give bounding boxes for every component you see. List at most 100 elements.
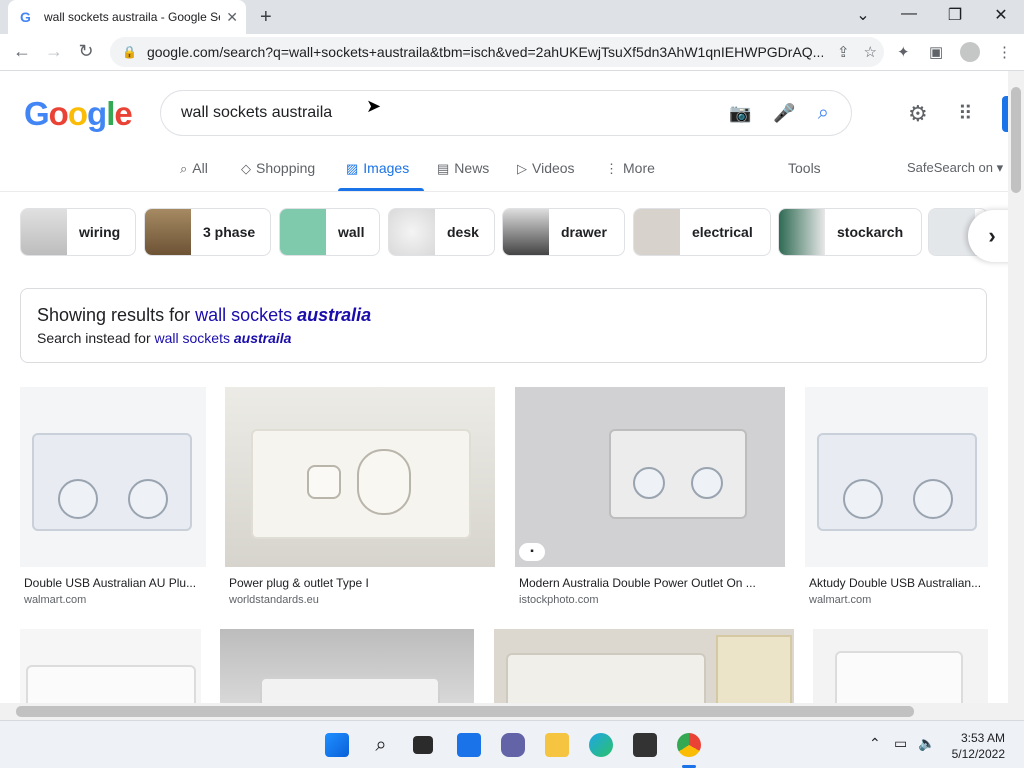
image-result-5[interactable] — [20, 629, 201, 703]
result-source[interactable]: walmart.com — [24, 594, 86, 606]
forward-icon[interactable]: → — [43, 41, 65, 62]
camera-icon[interactable]: 📷 — [729, 103, 751, 124]
horizontal-scroll-thumb[interactable] — [16, 706, 914, 717]
active-tab-indicator — [338, 188, 424, 191]
microphone-icon[interactable]: 🎤 — [773, 103, 795, 124]
chip-3-phase[interactable]: 3 phase — [144, 208, 271, 256]
socket-plate — [506, 653, 706, 703]
profile-avatar[interactable] — [960, 42, 980, 62]
tab-videos[interactable]: ▷ Videos — [517, 160, 575, 177]
tab-shopping[interactable]: ◇ Shopping — [241, 160, 315, 177]
tab-search-icon[interactable]: ⌄ — [851, 5, 875, 25]
extensions-icon[interactable]: ✦ — [897, 43, 910, 61]
browser-tab[interactable]: G wall sockets austraila - Google Se ✕ — [8, 0, 246, 34]
more-vert-icon: ⋮ — [605, 161, 618, 176]
corrected-query-link[interactable]: wall sockets australia — [195, 305, 371, 325]
search-instead-line: Search instead for wall sockets austrail… — [37, 330, 292, 346]
search-input[interactable]: wall sockets austraila — [181, 104, 729, 122]
result-title[interactable]: Aktudy Double USB Australian... — [809, 576, 987, 590]
result-source[interactable]: istockphoto.com — [519, 594, 598, 606]
chip-thumbnail — [280, 209, 326, 255]
chrome-menu-icon[interactable]: ⋮ — [997, 43, 1012, 61]
original-query-link[interactable]: wall sockets austraila — [155, 330, 292, 346]
result-title[interactable]: Double USB Australian AU Plu... — [24, 576, 204, 590]
bookmark-star-icon[interactable]: ☆ — [864, 43, 877, 61]
store-icon[interactable] — [633, 733, 657, 757]
search-box[interactable]: wall sockets austraila 📷 🎤 ⌕ — [160, 90, 852, 136]
windows-start-icon[interactable] — [325, 733, 349, 757]
settings-gear-icon[interactable]: ⚙ — [908, 101, 928, 127]
apps-grid-icon[interactable]: ⠿ — [958, 101, 973, 126]
result-source[interactable]: walmart.com — [809, 594, 871, 606]
chip-electrical[interactable]: electrical — [633, 208, 771, 256]
result-title[interactable]: Modern Australia Double Power Outlet On … — [519, 576, 779, 590]
news-icon: ▤ — [437, 161, 450, 176]
tab-more[interactable]: ⋮ More — [605, 160, 655, 177]
us-outlet — [716, 635, 792, 703]
file-explorer-icon[interactable] — [545, 733, 569, 757]
search-icon[interactable]: ⌕ — [369, 733, 393, 757]
google-logo[interactable]: Google — [24, 95, 133, 133]
chip-drawer[interactable]: drawer — [502, 208, 625, 256]
socket-outlet — [357, 449, 411, 515]
tools-button[interactable]: Tools — [788, 160, 821, 176]
image-result-1[interactable] — [20, 387, 206, 567]
result-title[interactable]: Power plug & outlet Type I — [229, 576, 489, 590]
volume-icon[interactable]: 🔈 — [918, 735, 935, 752]
image-result-4[interactable] — [805, 387, 988, 567]
image-badge-icon: ▪ — [519, 543, 545, 561]
search-icon[interactable]: ⌕ — [818, 102, 829, 125]
socket-plate — [609, 429, 747, 519]
minimize-button[interactable]: — — [897, 5, 921, 23]
chip-thumbnail — [779, 209, 825, 255]
chip-desk[interactable]: desk — [388, 208, 495, 256]
result-source[interactable]: worldstandards.eu — [229, 594, 319, 606]
browser-title-bar: G wall sockets austraila - Google Se ✕ +… — [0, 0, 1024, 34]
new-tab-button[interactable]: + — [260, 6, 272, 28]
task-view-icon[interactable] — [413, 736, 433, 754]
search-tabs: ⌕ All ◇ Shopping ▨ Images ▤ News ▷ Videos ⋮ Mo… — [0, 152, 1008, 192]
chip-wiring[interactable]: wiring — [20, 208, 136, 256]
share-icon[interactable]: ⇪ — [837, 43, 850, 61]
reload-icon[interactable]: ↻ — [75, 41, 97, 62]
edge-browser-icon[interactable] — [589, 733, 613, 757]
chip-stockarch[interactable]: stockarch — [778, 208, 922, 256]
switch — [307, 465, 341, 499]
socket-outlet — [128, 479, 168, 519]
close-tab-icon[interactable]: ✕ — [226, 9, 238, 26]
close-window-button[interactable]: ✕ — [989, 5, 1013, 25]
google-favicon-icon: G — [20, 9, 31, 25]
widgets-icon[interactable] — [457, 733, 481, 757]
browser-toolbar: ← → ↻ 🔒 google.com/search?q=wall+sockets… — [0, 34, 1024, 71]
address-bar[interactable]: 🔒 google.com/search?q=wall+sockets+austr… — [110, 37, 884, 67]
socket-outlet — [843, 479, 883, 519]
image-result-3[interactable]: ▪ — [515, 387, 785, 567]
vertical-scroll-thumb[interactable] — [1011, 87, 1021, 193]
side-panel-icon[interactable]: ▣ — [929, 43, 943, 61]
tab-images[interactable]: ▨ Images — [346, 160, 409, 177]
showing-results-line: Showing results for wall sockets austral… — [37, 305, 372, 325]
socket-outlet — [691, 467, 723, 499]
chip-wall[interactable]: wall — [279, 208, 380, 256]
chip-thumbnail — [21, 209, 67, 255]
search-icon: ⌕ — [180, 161, 188, 176]
teams-chat-icon[interactable] — [501, 733, 525, 757]
chrome-icon[interactable] — [677, 733, 701, 757]
image-result-6[interactable] — [220, 629, 474, 703]
safesearch-dropdown[interactable]: SafeSearch on ▾ — [907, 160, 1003, 176]
socket-plate — [817, 433, 977, 531]
spelling-correction-box: Showing results for wall sockets austral… — [20, 288, 987, 363]
clock[interactable]: 3:53 AM 5/12/2022 — [952, 730, 1005, 762]
back-icon[interactable]: ← — [11, 41, 33, 62]
caret-down-icon: ▾ — [996, 160, 1004, 175]
tab-all[interactable]: ⌕ All — [180, 160, 208, 177]
tab-news[interactable]: ▤ News — [437, 160, 489, 177]
lock-icon[interactable]: 🔒 — [122, 45, 137, 59]
tray-chevron-icon[interactable]: ⌃ — [869, 735, 881, 752]
restore-button[interactable]: ❐ — [943, 5, 967, 25]
image-result-7[interactable] — [494, 629, 794, 703]
url-text[interactable]: google.com/search?q=wall+sockets+austrai… — [147, 44, 823, 60]
image-result-8[interactable] — [813, 629, 988, 703]
image-result-2[interactable] — [225, 387, 495, 567]
network-icon[interactable]: ▭ — [894, 735, 907, 752]
